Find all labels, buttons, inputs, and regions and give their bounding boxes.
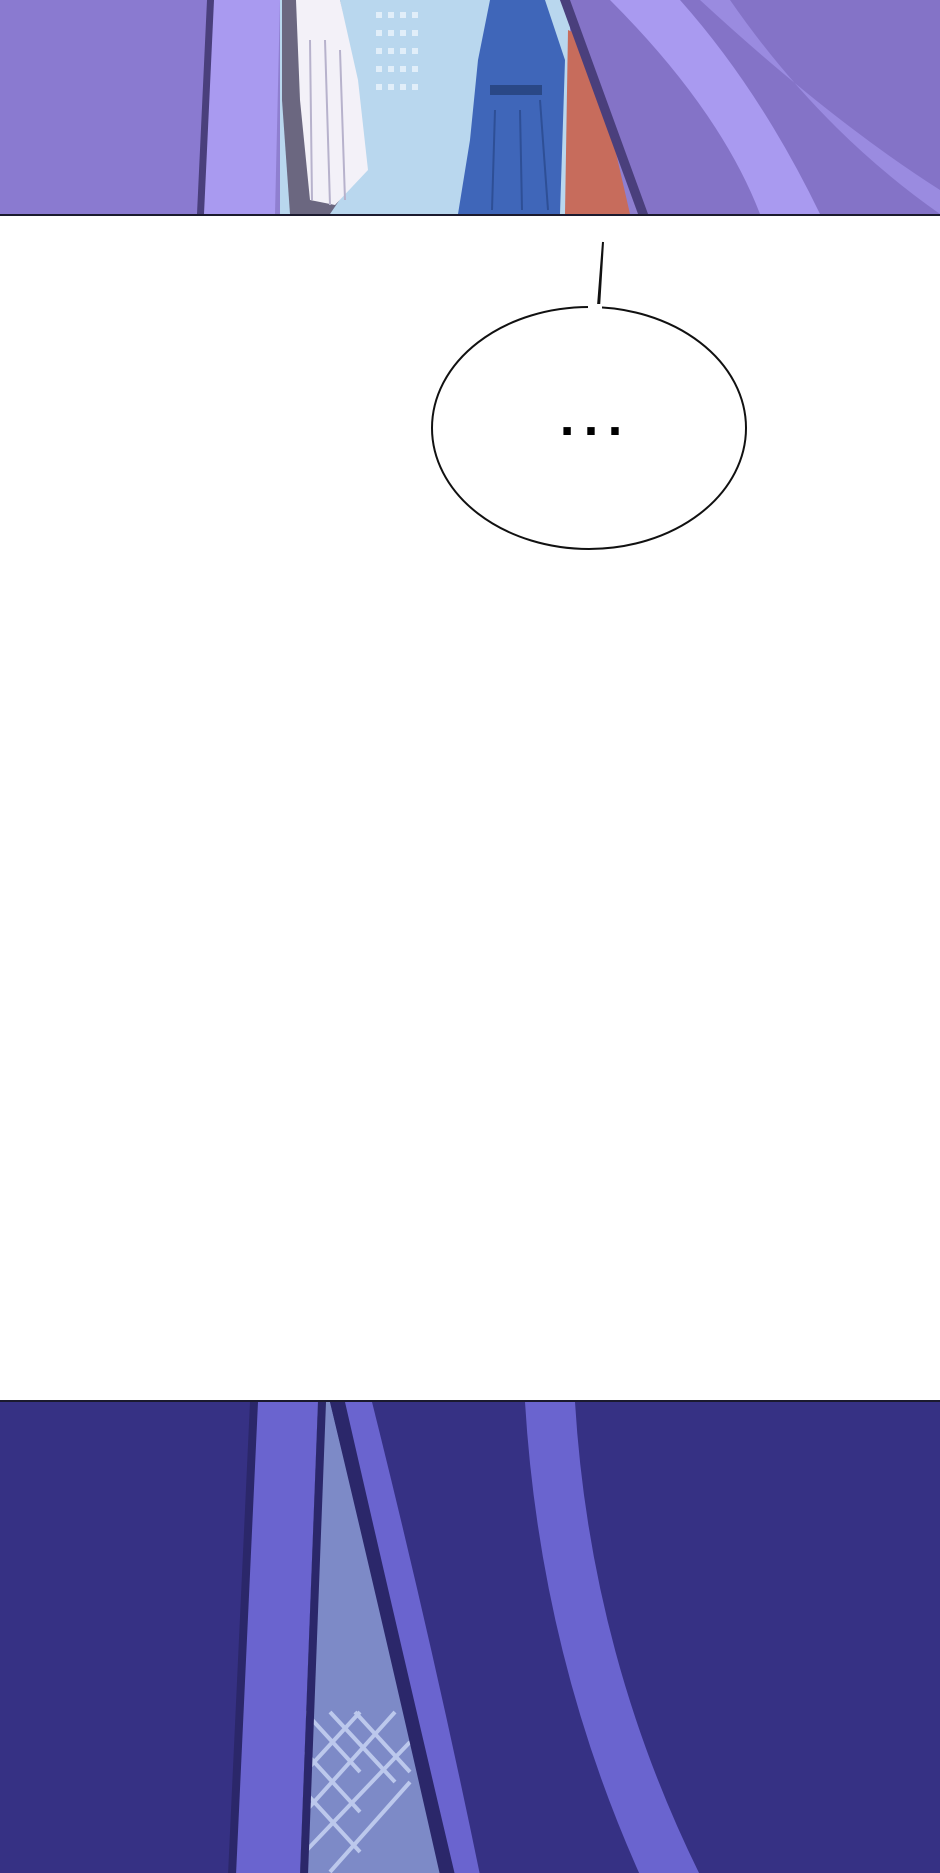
figure-blue-belt bbox=[490, 85, 542, 95]
bottom-panel-art bbox=[0, 1402, 940, 1873]
bottom-base bbox=[0, 1402, 940, 1873]
speech-bubble-tail bbox=[597, 241, 604, 309]
bottom-panel bbox=[0, 1400, 940, 1873]
comic-page: ... bbox=[0, 0, 940, 1873]
speech-bubble-tail-join bbox=[588, 304, 602, 312]
left-wall bbox=[0, 0, 210, 214]
speech-bubble-text: ... bbox=[559, 396, 631, 445]
top-panel-art bbox=[0, 0, 940, 214]
top-panel bbox=[0, 0, 940, 216]
